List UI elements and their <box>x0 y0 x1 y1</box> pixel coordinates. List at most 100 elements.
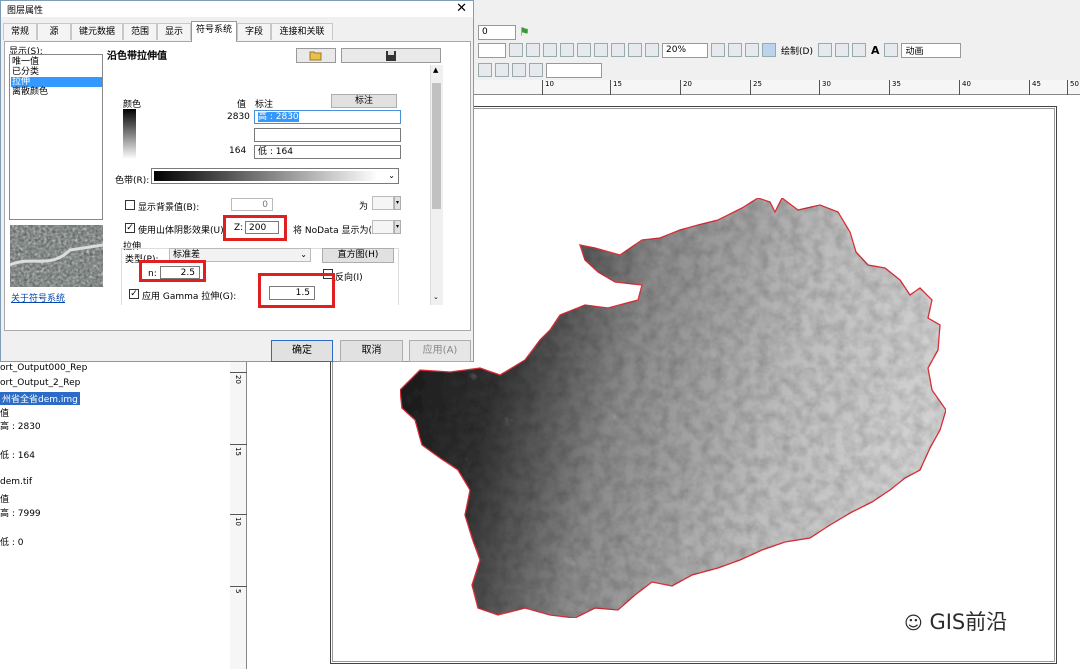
last-icon[interactable] <box>526 43 540 57</box>
fixed-zoom-icon[interactable] <box>594 43 608 57</box>
open-file-button[interactable] <box>296 48 336 63</box>
select-arrow-icon[interactable] <box>817 43 832 57</box>
rotate-icon[interactable] <box>834 43 849 57</box>
callout-icon[interactable] <box>884 43 899 57</box>
toc-legend-header: 值 <box>0 409 10 419</box>
ruler-tick: 30 <box>819 80 831 95</box>
zoom-out-icon[interactable] <box>560 43 574 57</box>
toc-legend-header: 值 <box>0 495 10 505</box>
ruler-tick: 10 <box>542 80 554 95</box>
low-label-input[interactable]: 低 : 164 <box>254 145 401 159</box>
dialog-titlebar[interactable]: 图层属性 ✕ <box>1 1 473 17</box>
background-value-input[interactable]: 0 <box>231 198 273 211</box>
renderer-discrete-color[interactable]: 离散颜色 <box>12 87 48 97</box>
full-extent-icon[interactable] <box>577 43 591 57</box>
scroll-up-icon[interactable]: ▲ <box>433 66 438 74</box>
tab-bar: 常规 源 键元数据 范围 显示 符号系统 字段 连接和关联 <box>3 21 471 42</box>
ok-button[interactable]: 确定 <box>271 340 333 362</box>
chevron-down-icon[interactable]: ▾ <box>394 220 401 234</box>
tab-joins-relates[interactable]: 连接和关联 <box>271 23 333 40</box>
toggle-draft-icon[interactable] <box>745 43 759 57</box>
tab-extent[interactable]: 范围 <box>123 23 157 40</box>
scale-input[interactable] <box>546 62 602 78</box>
text-tool-icon[interactable]: A <box>869 44 882 57</box>
graph-icon[interactable] <box>512 63 526 77</box>
toc-legend-low: 低 : 164 <box>0 451 35 461</box>
animation-dropdown[interactable]: 动画 <box>901 42 962 58</box>
view-dropdown[interactable] <box>478 42 506 58</box>
folder-icon <box>309 51 322 61</box>
table-icon[interactable] <box>495 63 509 77</box>
tab-key-metadata[interactable]: 键元数据 <box>71 23 123 40</box>
color-ramp-label: 色带(R): <box>115 176 150 186</box>
ruler-tick: 15 <box>230 444 247 456</box>
toc-layer[interactable]: ort_Output000_Rep <box>0 363 87 373</box>
save-file-button[interactable] <box>341 48 441 63</box>
gamma-label: 应用 Gamma 拉伸(G): <box>142 292 237 302</box>
ruler-tick-label: 20 <box>234 375 242 384</box>
apply-button[interactable]: 应用(A) <box>409 340 471 362</box>
cancel-button[interactable]: 取消 <box>340 340 403 362</box>
page-zoom-icon[interactable] <box>645 43 659 57</box>
label-button[interactable]: 标注 <box>331 94 397 108</box>
histogram-button[interactable]: 直方图(H) <box>322 248 394 263</box>
data-view-icon[interactable] <box>728 43 742 57</box>
label-header: 标注 <box>255 100 274 110</box>
toc-layer[interactable]: ort_Output_2_Rep <box>0 378 80 388</box>
renderer-unique-values[interactable]: 唯一值 <box>12 57 39 67</box>
renderer-classified[interactable]: 已分类 <box>12 67 39 77</box>
hillshade-checkbox[interactable]: ✓ <box>125 223 135 233</box>
rectangle-icon[interactable] <box>851 43 866 57</box>
change-layout-icon[interactable] <box>762 43 776 57</box>
save-icon <box>386 50 396 61</box>
ruler-tick: 5 <box>230 586 247 597</box>
preview-image <box>10 225 103 287</box>
renderer-list[interactable]: 唯一值 已分类 拉伸 离散颜色 <box>9 54 103 220</box>
tab-fields[interactable]: 字段 <box>237 23 271 40</box>
scrollbar-thumb[interactable] <box>432 83 441 209</box>
layer-dropdown-value: 0 <box>482 27 488 37</box>
flag-icon[interactable]: ⚑ <box>519 25 533 39</box>
scroll-down-icon[interactable]: ⌄ <box>433 293 439 301</box>
chevron-down-icon[interactable]: ▾ <box>394 196 401 210</box>
renderer-preview-image <box>10 225 103 287</box>
color-ramp-dropdown[interactable]: ⌄ <box>151 168 399 184</box>
tab-general[interactable]: 常规 <box>3 23 37 40</box>
toolbar-row-3 <box>474 58 1080 82</box>
page-icon[interactable] <box>628 43 642 57</box>
chevron-down-icon: ⌄ <box>388 171 395 180</box>
chat-icon: ☺ <box>904 613 923 634</box>
toc-layer-selected[interactable]: 州省全省dem.img <box>0 392 80 405</box>
time-icon[interactable] <box>529 63 543 77</box>
zoom-dropdown[interactable]: 20% <box>662 42 708 58</box>
low-label-text: 低 : 164 <box>258 147 293 157</box>
annotation-box-gamma <box>258 273 335 308</box>
about-symbology-link[interactable]: 关于符号系统 <box>11 291 65 304</box>
tab-source[interactable]: 源 <box>37 23 71 40</box>
panel-title: 沿色带拉伸值 <box>107 51 167 62</box>
toc-layer[interactable]: dem.tif <box>0 477 32 487</box>
mid-label-input[interactable] <box>254 128 401 142</box>
value-header: 值 <box>237 100 247 110</box>
background-color-picker[interactable] <box>372 196 394 210</box>
high-label-input[interactable]: 高 : 2830 <box>254 110 401 124</box>
pan-icon[interactable] <box>611 43 625 57</box>
gamma-checkbox[interactable]: ✓ <box>129 289 139 299</box>
nodata-color-picker[interactable] <box>372 220 394 234</box>
zoom-in-icon[interactable] <box>543 43 557 57</box>
background-as-label: 为 <box>359 202 369 212</box>
ruler-tick: 35 <box>889 80 901 95</box>
renderer-stretched[interactable]: 拉伸 <box>11 77 102 87</box>
draw-menu[interactable]: 绘制(D) <box>779 44 815 57</box>
toc-legend-high: 高 : 7999 <box>0 509 41 519</box>
watermark-text: GIS前沿 <box>929 610 1008 634</box>
toc-legend-high: 高 : 2830 <box>0 422 41 432</box>
layout-view-icon[interactable] <box>711 43 725 57</box>
next-icon[interactable] <box>509 43 523 57</box>
animation-label: 动画 <box>905 46 924 57</box>
close-icon[interactable]: ✕ <box>456 1 467 16</box>
tab-symbology[interactable]: 符号系统 <box>191 21 237 42</box>
show-background-checkbox[interactable] <box>125 200 135 210</box>
tab-display[interactable]: 显示 <box>157 23 191 40</box>
edit-icon[interactable] <box>478 63 492 77</box>
